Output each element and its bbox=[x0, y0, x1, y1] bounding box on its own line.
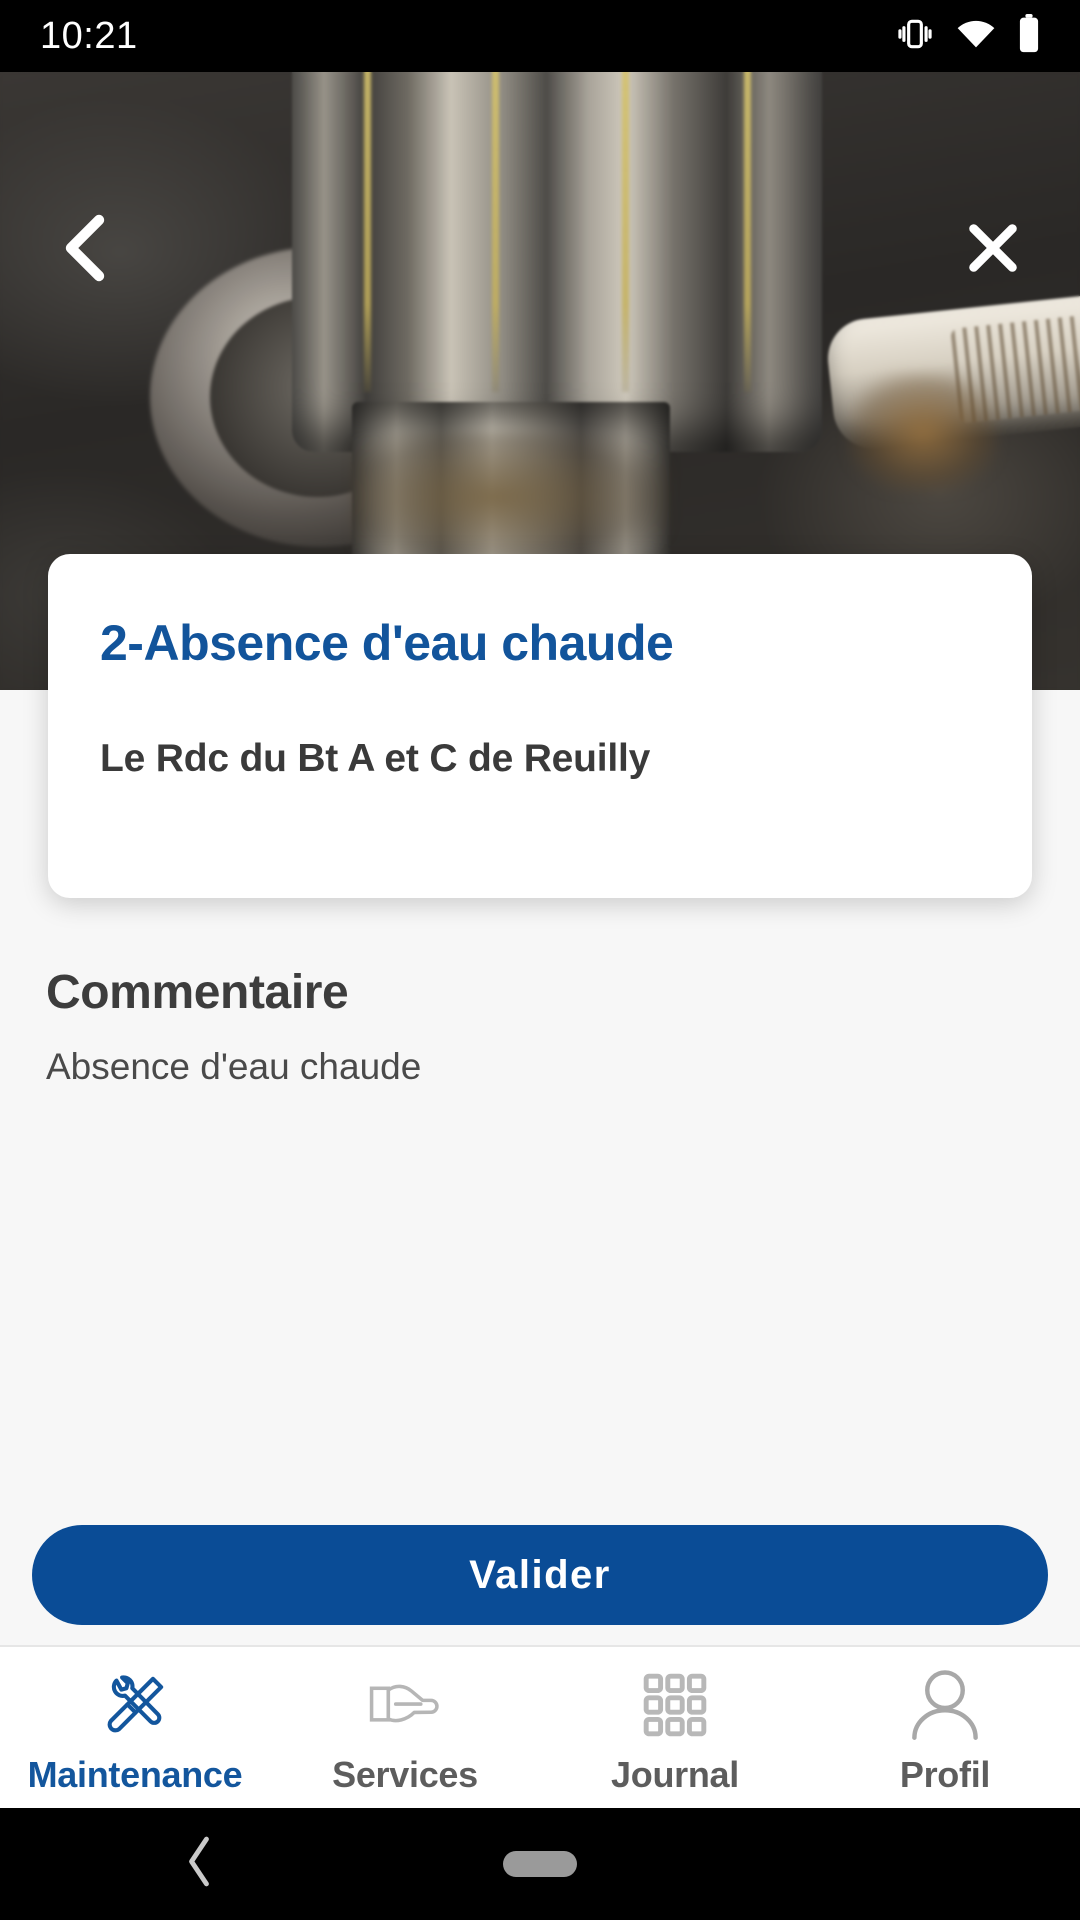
nav-label-profil: Profil bbox=[899, 1753, 991, 1795]
nav-item-journal[interactable]: Journal bbox=[540, 1647, 810, 1808]
vibrate-icon bbox=[896, 15, 934, 58]
nav-label-journal: Journal bbox=[611, 1753, 739, 1795]
battery-icon bbox=[1018, 13, 1040, 59]
wifi-icon bbox=[956, 17, 996, 56]
photo-detail-nut bbox=[292, 72, 822, 452]
back-button[interactable] bbox=[40, 202, 130, 298]
ticket-title: 2-Absence d'eau chaude bbox=[100, 615, 674, 671]
photo-detail-grime bbox=[352, 432, 670, 562]
status-clock: 10:21 bbox=[40, 14, 138, 57]
ticket-info-card: 2-Absence d'eau chaude Le Rdc du Bt A et… bbox=[48, 554, 1032, 898]
comment-heading: Commentaire bbox=[46, 966, 349, 1019]
photo-detail-rust bbox=[848, 372, 998, 492]
app-screen: 10:21 2-Absence d'eau chaude Le Rdc du B… bbox=[0, 0, 1080, 1920]
person-icon bbox=[909, 1666, 981, 1744]
nav-item-services[interactable]: Services bbox=[270, 1647, 540, 1808]
tools-icon bbox=[96, 1666, 174, 1744]
nav-label-services: Services bbox=[332, 1753, 478, 1795]
close-icon bbox=[964, 219, 1022, 282]
validate-button[interactable]: Valider bbox=[32, 1525, 1048, 1625]
hand-icon bbox=[366, 1666, 444, 1744]
android-back-button[interactable] bbox=[182, 1834, 216, 1895]
status-icons bbox=[896, 13, 1040, 59]
ticket-location: Le Rdc du Bt A et C de Reuilly bbox=[100, 737, 651, 780]
nav-label-maintenance: Maintenance bbox=[27, 1753, 243, 1795]
comment-section: Commentaire Absence d'eau chaude bbox=[46, 965, 976, 1088]
android-home-handle[interactable] bbox=[503, 1851, 577, 1877]
close-button[interactable] bbox=[948, 202, 1038, 298]
nav-item-maintenance[interactable]: Maintenance bbox=[0, 1647, 270, 1808]
nav-item-profil[interactable]: Profil bbox=[810, 1647, 1080, 1808]
status-bar: 10:21 bbox=[0, 0, 1080, 72]
comment-text: Absence d'eau chaude bbox=[46, 1046, 422, 1087]
bottom-navigation: Maintenance Services Journal Profil bbox=[0, 1645, 1080, 1808]
grid-icon bbox=[640, 1666, 710, 1744]
chevron-left-icon bbox=[53, 212, 117, 289]
android-navigation-bar bbox=[0, 1808, 1080, 1920]
